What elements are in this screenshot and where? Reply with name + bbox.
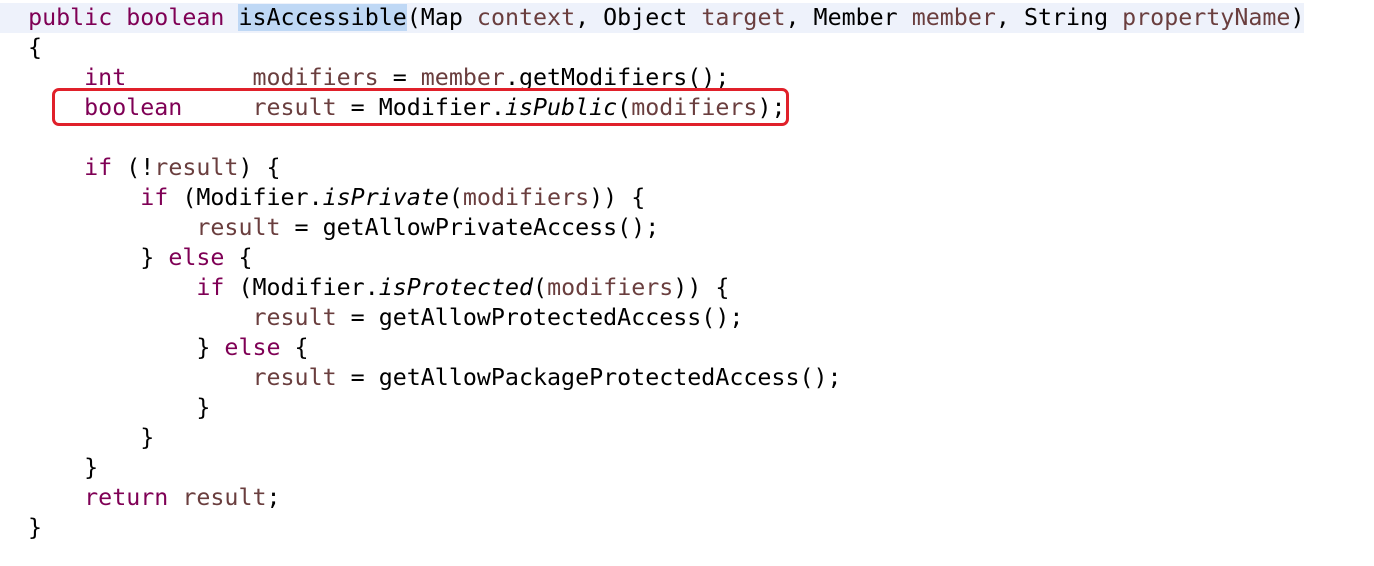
code-token: (	[533, 274, 548, 301]
code-token: (Modifier.	[168, 184, 323, 211]
code-token: .getModifiers();	[504, 64, 730, 91]
code-token: }	[0, 334, 225, 361]
static-method-token: isPrivate	[322, 184, 449, 211]
variable-token: member	[911, 4, 996, 31]
code-token: = getAllowPackageProtectedAccess();	[336, 364, 842, 391]
code-token: ) {	[238, 154, 281, 181]
code-line[interactable]: } else {	[0, 243, 1304, 273]
code-token: , Object	[575, 4, 702, 31]
variable-token: result	[252, 94, 337, 121]
code-token: = getAllowPrivateAccess();	[280, 214, 660, 241]
code-line[interactable]: int modifiers = member.getModifiers();	[0, 63, 1304, 93]
variable-token: propertyName	[1122, 4, 1291, 31]
variable-token: target	[701, 4, 786, 31]
code-area[interactable]: public boolean isAccessible(Map context,…	[0, 3, 1305, 543]
code-token: )) {	[589, 184, 646, 211]
code-token: (Map	[406, 4, 477, 31]
code-token: = getAllowProtectedAccess();	[336, 304, 744, 331]
code-token: , Member	[785, 4, 912, 31]
code-line[interactable]: result = getAllowProtectedAccess();	[0, 303, 1304, 333]
code-token: {	[0, 34, 43, 61]
keyword-token: int	[84, 64, 127, 91]
code-token: )	[1290, 4, 1305, 31]
variable-token: modifiers	[631, 94, 758, 121]
variable-token: result	[252, 364, 337, 391]
code-line[interactable]: boolean result = Modifier.isPublic(modif…	[0, 93, 1304, 123]
keyword-token: boolean	[84, 94, 183, 121]
code-line[interactable]: }	[0, 513, 1304, 543]
static-method-token: isProtected	[378, 274, 534, 301]
variable-token: result	[182, 484, 267, 511]
code-token: );	[757, 94, 786, 121]
code-token: (!	[112, 154, 155, 181]
code-token: {	[280, 334, 309, 361]
variable-token: modifiers	[252, 64, 379, 91]
selected-method-name: isAccessible	[238, 4, 407, 31]
code-token: (	[448, 184, 463, 211]
variable-token: member	[420, 64, 505, 91]
code-token: }	[0, 454, 99, 481]
code-line[interactable]: return result;	[0, 483, 1304, 513]
code-line[interactable]: }	[0, 453, 1304, 483]
code-line[interactable]: if (Modifier.isPrivate(modifiers)) {	[0, 183, 1304, 213]
code-token: )) {	[673, 274, 730, 301]
keyword-token: return	[84, 484, 169, 511]
keyword-token: if	[84, 154, 113, 181]
code-token: (	[617, 94, 632, 121]
static-method-token: isPublic	[504, 94, 618, 121]
code-token: {	[224, 244, 253, 271]
variable-token: modifiers	[462, 184, 590, 211]
code-line[interactable]: public boolean isAccessible(Map context,…	[0, 3, 1305, 33]
code-line[interactable]: }	[0, 423, 1304, 453]
code-token: = Modifier.	[336, 94, 505, 121]
code-token: (Modifier.	[224, 274, 379, 301]
variable-token: result	[252, 304, 337, 331]
code-editor[interactable]: public boolean isAccessible(Map context,…	[0, 0, 1374, 566]
code-token: }	[0, 514, 43, 541]
keyword-token: boolean	[126, 4, 225, 31]
keyword-token: else	[224, 334, 281, 361]
variable-token: context	[476, 4, 576, 31]
code-token: }	[0, 424, 155, 451]
keyword-token: else	[168, 244, 225, 271]
code-line[interactable]: }	[0, 393, 1304, 423]
code-line[interactable]: result = getAllowPackageProtectedAccess(…	[0, 363, 1304, 393]
code-line[interactable]: if (Modifier.isProtected(modifiers)) {	[0, 273, 1304, 303]
keyword-token: public	[28, 4, 113, 31]
variable-token: result	[196, 214, 281, 241]
code-token: }	[0, 244, 169, 271]
code-line[interactable]	[0, 123, 1304, 153]
code-line[interactable]: {	[0, 33, 1304, 63]
variable-token: modifiers	[547, 274, 674, 301]
keyword-token: if	[140, 184, 169, 211]
code-token: , String	[995, 4, 1123, 31]
code-line[interactable]: } else {	[0, 333, 1304, 363]
code-token: ;	[266, 484, 281, 511]
variable-token: result	[154, 154, 239, 181]
code-line[interactable]: if (!result) {	[0, 153, 1304, 183]
keyword-token: if	[196, 274, 225, 301]
code-token: =	[378, 64, 421, 91]
code-line[interactable]: result = getAllowPrivateAccess();	[0, 213, 1304, 243]
code-token: }	[0, 394, 211, 421]
